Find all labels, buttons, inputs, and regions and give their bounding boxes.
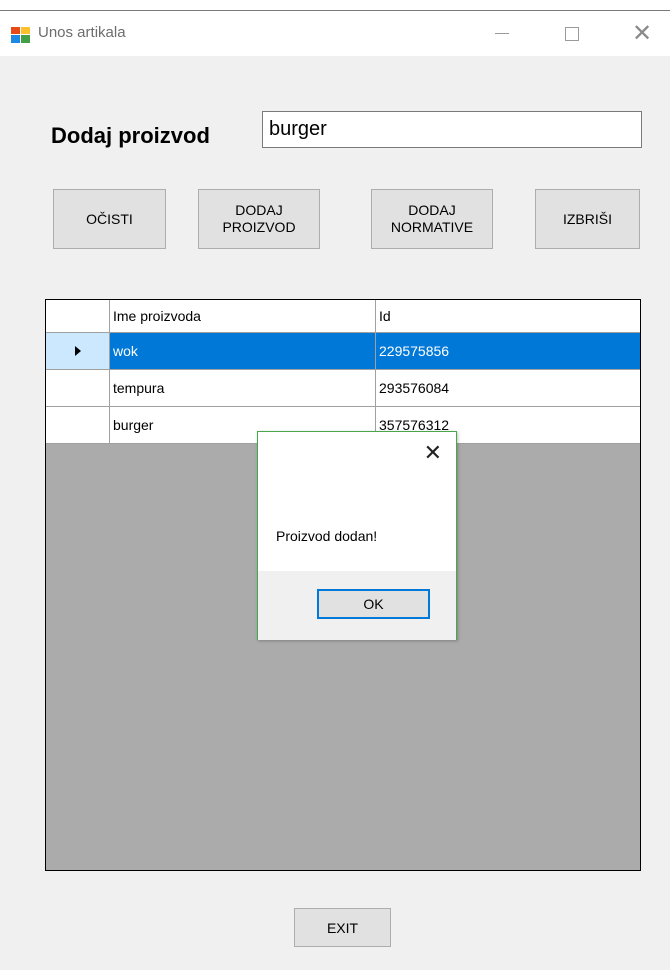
maximize-icon [565, 26, 579, 41]
cell-product-name[interactable]: wok [110, 333, 376, 370]
maximize-button[interactable] [546, 11, 598, 56]
column-header-name[interactable]: Ime proizvoda [110, 300, 376, 333]
grid-header: Ime proizvoda Id [46, 300, 640, 333]
window-title: Unos artikala [38, 24, 126, 41]
dialog-footer: OK [258, 571, 456, 640]
add-product-label: Dodaj proizvod [51, 123, 210, 148]
delete-button[interactable]: IZBRIŠI [535, 189, 640, 249]
cell-product-id[interactable]: 293576084 [376, 370, 640, 407]
minimize-button[interactable] [476, 11, 528, 56]
row-header[interactable] [46, 370, 110, 407]
cell-product-name[interactable]: tempura [110, 370, 376, 407]
add-norms-button[interactable]: DODAJ NORMATIVE [371, 189, 493, 249]
exit-button[interactable]: EXIT [294, 908, 391, 947]
dialog-close-icon[interactable]: ✕ [424, 442, 442, 464]
dialog-message: Proizvod dodan! [276, 528, 378, 544]
app-icon [11, 27, 30, 43]
add-product-button[interactable]: DODAJ PROIZVOD [198, 189, 320, 249]
current-row-arrow-icon [74, 346, 81, 356]
row-header-corner [46, 300, 110, 333]
ok-button[interactable]: OK [317, 589, 430, 619]
cell-product-id[interactable]: 229575856 [376, 333, 640, 370]
title-bar: Unos artikala ✕ [0, 11, 670, 56]
column-header-id[interactable]: Id [376, 300, 640, 333]
table-row[interactable]: tempura 293576084 [46, 370, 640, 407]
row-header[interactable] [46, 407, 110, 444]
row-header[interactable] [46, 333, 110, 370]
table-row[interactable]: wok 229575856 [46, 333, 640, 370]
close-icon: ✕ [631, 19, 653, 47]
message-dialog: ✕ Proizvod dodan! OK [257, 431, 457, 640]
minimize-icon [495, 33, 509, 34]
product-name-input[interactable] [262, 111, 642, 148]
clear-button[interactable]: OČISTI [53, 189, 166, 249]
close-button[interactable]: ✕ [616, 11, 668, 56]
